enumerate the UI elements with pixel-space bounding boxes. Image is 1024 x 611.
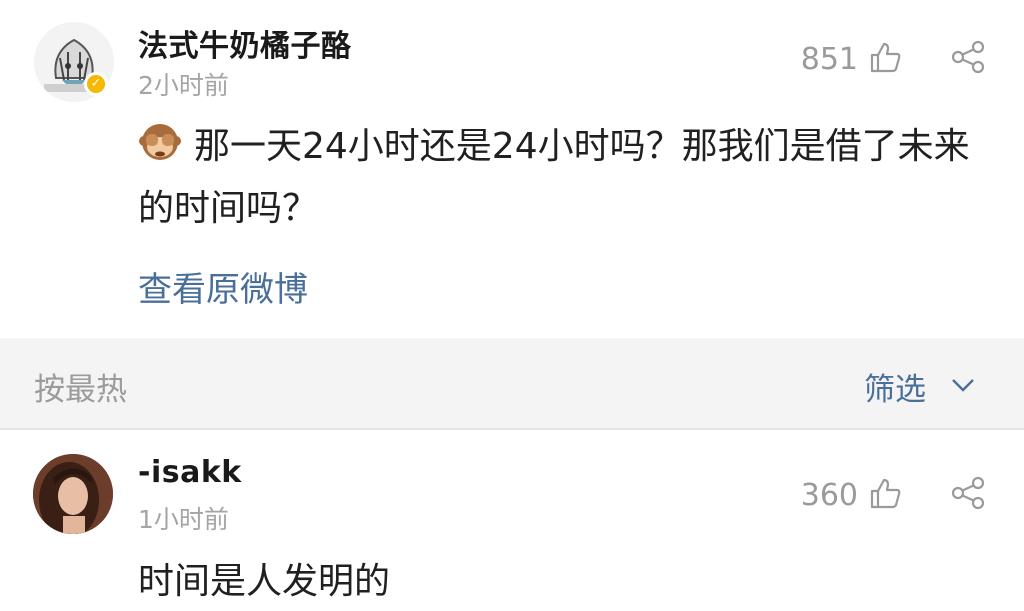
chevron-down-icon: [950, 377, 976, 397]
see-no-evil-monkey-icon: [138, 120, 182, 164]
share-icon[interactable]: [950, 40, 986, 78]
sort-by-hot-label[interactable]: 按最热: [34, 364, 127, 409]
comment-timestamp: 1小时前: [138, 505, 229, 534]
comment-sort-bar: 按最热 筛选: [0, 338, 1024, 430]
post-text: 那一天24小时还是24小时吗？那我们是借了未来的时间吗？: [138, 126, 970, 229]
view-original-weibo-link[interactable]: 查看原微博: [138, 262, 308, 311]
comment-author-name[interactable]: -isakk: [138, 455, 242, 490]
post-card: ✓ 法式牛奶橘子酪 2小时前 851 那一天24小时还是24小时吗？那我们是借了…: [0, 0, 1024, 338]
verified-badge-icon: ✓: [84, 72, 108, 96]
post-actions: 851: [801, 40, 986, 78]
comment-like-count: 360: [800, 477, 858, 513]
comment-author-avatar[interactable]: [33, 454, 113, 534]
filter-button[interactable]: 筛选: [864, 364, 976, 409]
share-icon[interactable]: [950, 476, 986, 514]
post-body: 那一天24小时还是24小时吗？那我们是借了未来的时间吗？: [138, 116, 988, 240]
post-timestamp: 2小时前: [138, 71, 229, 100]
post-like-count: 851: [800, 41, 858, 77]
post-author-name[interactable]: 法式牛奶橘子酪: [138, 21, 352, 65]
filter-label: 筛选: [864, 372, 926, 408]
comment-body: 时间是人发明的: [138, 561, 391, 602]
thumbs-up-icon[interactable]: [868, 476, 902, 514]
thumbs-up-icon[interactable]: [868, 40, 902, 78]
comment-actions: 360: [801, 476, 986, 514]
